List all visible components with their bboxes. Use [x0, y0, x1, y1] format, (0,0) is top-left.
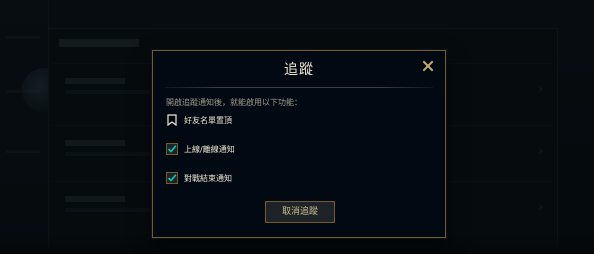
option-pin-friends-list: 好友名單置頂: [166, 113, 232, 127]
close-icon[interactable]: [421, 60, 435, 74]
option-label: 上線/離線通知: [184, 144, 235, 154]
checkmark-icon: [167, 174, 177, 182]
modal-description: 開啟追蹤通知後，就能啟用以下功能：: [166, 98, 302, 107]
modal-title: 追蹤: [284, 62, 314, 78]
follow-modal: 追蹤 開啟追蹤通知後，就能啟用以下功能： 好友名單置頂 上線/離線通知 對戰結束…: [152, 50, 446, 238]
ribbon-icon: [166, 114, 178, 126]
option-online-offline-notify[interactable]: 上線/離線通知: [166, 142, 235, 156]
unfollow-button[interactable]: 取消追蹤: [265, 201, 335, 223]
checkmark-icon: [167, 145, 177, 153]
option-match-end-notify[interactable]: 對戰結束通知: [166, 171, 232, 185]
checkbox-online-offline[interactable]: [166, 143, 178, 155]
checkbox-match-end[interactable]: [166, 172, 178, 184]
option-label: 對戰結束通知: [184, 173, 232, 183]
close-icon-glyph: [422, 60, 434, 72]
app-window: › › › 追蹤 開啟追蹤通知後，就能啟用以下功能： 好友名單置頂: [0, 0, 594, 254]
option-label: 好友名單置頂: [184, 115, 232, 125]
title-divider: [165, 87, 433, 88]
